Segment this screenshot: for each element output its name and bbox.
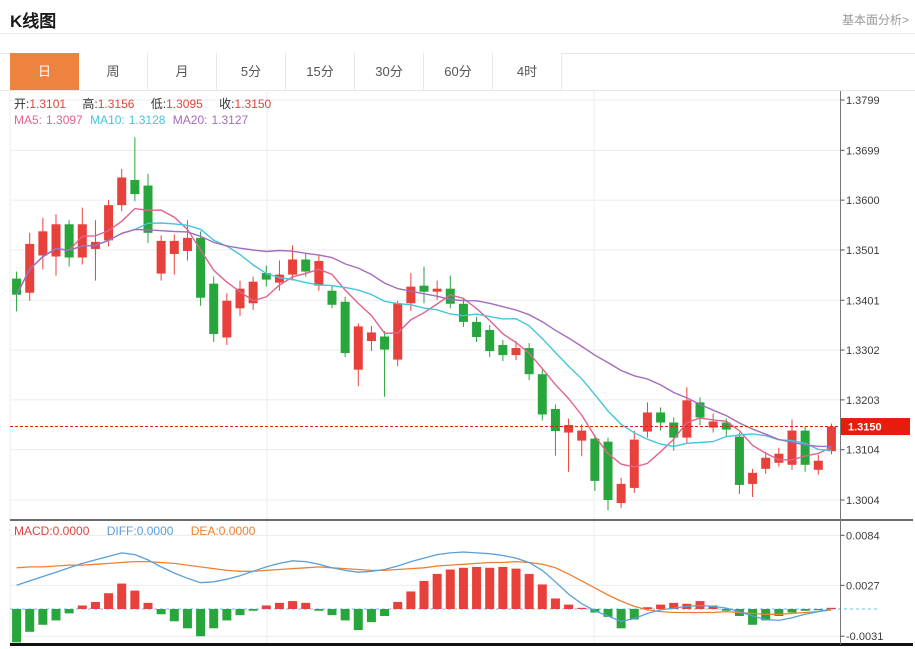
open-label: 开:	[14, 97, 29, 111]
open-value: 1.3101	[29, 97, 66, 111]
dea-value: 0.0000	[219, 524, 256, 538]
diff-value: 0.0000	[137, 524, 174, 538]
last-price-badge: 1.3150	[841, 418, 910, 435]
macd-label: MACD:	[14, 524, 53, 538]
ohlc-legend: 开:1.3101 高:1.3156 低:1.3095 收:1.3150	[14, 95, 284, 112]
low-label: 低:	[151, 97, 166, 111]
tab-month[interactable]: 月	[148, 53, 217, 90]
svg-text:1.3104: 1.3104	[846, 445, 880, 457]
kline-page: K线图 基本面分析> 日周月5分15分30分60分4时 1.37991.3699…	[0, 0, 915, 649]
ma20-line	[17, 230, 832, 447]
macd-histogram	[12, 567, 836, 642]
tab-day[interactable]: 日	[10, 53, 79, 90]
svg-text:1.3203: 1.3203	[846, 395, 880, 407]
ma5-line	[17, 209, 832, 467]
svg-text:1.3004: 1.3004	[846, 495, 880, 507]
tab-min30[interactable]: 30分	[355, 53, 424, 90]
high-value: 1.3156	[98, 97, 135, 111]
svg-text:0.0027: 0.0027	[846, 580, 880, 592]
svg-text:1.3501: 1.3501	[846, 245, 880, 257]
diff-label: DIFF:	[107, 524, 137, 538]
ma20-label: MA20:	[173, 113, 208, 127]
ma-legend: MA5: 1.3097 MA10: 1.3128 MA20:1.3127	[14, 113, 252, 127]
tab-hour4[interactable]: 4时	[493, 53, 562, 90]
svg-text:1.3699: 1.3699	[846, 145, 880, 157]
close-label: 收:	[219, 97, 234, 111]
svg-text:1.3799: 1.3799	[846, 95, 880, 107]
ma5-value: 1.3097	[46, 113, 83, 127]
ma10-line	[17, 223, 832, 450]
svg-text:1.3600: 1.3600	[846, 195, 880, 207]
macd-legend: MACD:0.0000 DIFF:0.0000 DEA:0.0000	[14, 524, 255, 538]
svg-text:1.3302: 1.3302	[846, 345, 880, 357]
tab-min5[interactable]: 5分	[217, 53, 286, 90]
tab-min15[interactable]: 15分	[286, 53, 355, 90]
ma10-value: 1.3128	[129, 113, 166, 127]
high-label: 高:	[82, 97, 97, 111]
svg-text:0.0084: 0.0084	[846, 530, 880, 542]
close-value: 1.3150	[235, 97, 272, 111]
tab-min60[interactable]: 60分	[424, 53, 493, 90]
tab-week[interactable]: 周	[79, 53, 148, 90]
ma20-value: 1.3127	[211, 113, 248, 127]
dea-label: DEA:	[191, 524, 219, 538]
timeframe-tabbar: 日周月5分15分30分60分4时	[10, 53, 562, 90]
svg-text:1.3150: 1.3150	[848, 422, 882, 434]
macd-value: 0.0000	[53, 524, 90, 538]
low-value: 1.3095	[166, 97, 203, 111]
svg-text:1.3401: 1.3401	[846, 295, 880, 307]
svg-text:-0.0031: -0.0031	[846, 631, 883, 643]
candles-series	[12, 137, 836, 510]
price-axis: 1.3799 1.3699 1.3600 1.3501 1.3401 1.3302 1.32…	[841, 91, 884, 645]
ma5-label: MA5:	[14, 113, 42, 127]
ma10-label: MA10:	[90, 113, 125, 127]
